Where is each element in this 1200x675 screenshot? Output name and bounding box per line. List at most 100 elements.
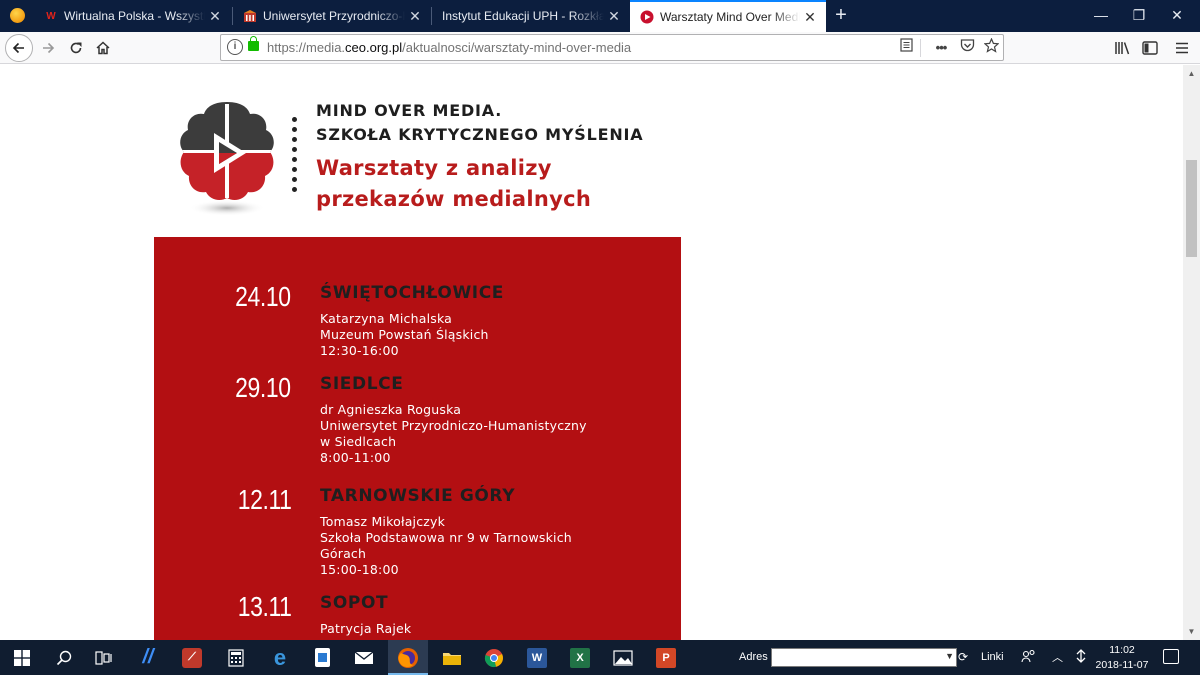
show-hidden-icons-chevron-up-icon[interactable]: ︿ — [1052, 649, 1063, 665]
links-toolbar-label[interactable]: Linki — [981, 651, 1004, 663]
address-toolbar-label: Adres — [739, 651, 768, 663]
reader-view-icon[interactable] — [896, 38, 916, 58]
url-bar[interactable]: i https://media.ceo.org.pl/aktualnosci/w… — [220, 34, 1004, 61]
event-date: 12.11 — [237, 484, 291, 515]
tab-title: Wirtualna Polska - Wszystko co — [64, 9, 205, 23]
tab-instytut-edukacji[interactable]: Instytut Edukacji UPH - Rozkłady za ✕ — [432, 0, 630, 32]
forward-button[interactable] — [36, 36, 60, 60]
clock-date: 2018-11-07 — [1095, 659, 1149, 671]
close-tab-icon[interactable]: ✕ — [800, 9, 820, 26]
info-icon[interactable]: i — [227, 39, 243, 55]
vertical-scrollbar[interactable]: ▲ ▼ — [1183, 65, 1200, 640]
url-separator — [920, 39, 921, 57]
firefox-menu-icon[interactable] — [0, 0, 34, 32]
event-detail-line: Muzeum Powstań Śląskich — [320, 327, 489, 342]
event-city: ŚWIĘTOCHŁOWICE — [320, 283, 505, 303]
excel-icon: X — [570, 647, 590, 668]
mind-over-media-logo — [176, 100, 278, 222]
tab-title: Instytut Edukacji UPH - Rozkłady za — [442, 9, 604, 23]
event-detail-line: Tomasz Mikołajczyk — [320, 514, 446, 529]
uph-favicon-icon — [243, 9, 257, 23]
pocket-icon[interactable] — [957, 38, 977, 58]
url-path: /aktualnosci/warsztaty-mind-over-media — [402, 40, 632, 55]
workshop-heading-line: Warsztaty z analizy — [316, 156, 552, 180]
event-city: SIEDLCE — [320, 374, 404, 394]
event-date: 29.10 — [235, 372, 292, 403]
windows-logo-icon — [14, 649, 30, 666]
brand-title: MIND OVER MEDIA. — [316, 101, 503, 120]
word-icon: W — [527, 647, 547, 668]
taskbar-chrome[interactable] — [474, 640, 514, 675]
workshop-heading: Warsztaty z analizy przekazów medialnych — [316, 153, 591, 215]
firefox-icon — [398, 647, 418, 668]
document-icon — [314, 648, 330, 667]
address-go-icon[interactable]: ⟳ — [958, 650, 968, 664]
tab-uph[interactable]: Uniwersytet Przyrodniczo-Hum ✕ — [233, 0, 431, 32]
search-button[interactable] — [44, 640, 84, 675]
taskbar-excel[interactable]: X — [560, 640, 600, 675]
taskbar-app-slash[interactable]: // — [128, 640, 168, 675]
scroll-up-arrow-icon[interactable]: ▲ — [1183, 65, 1200, 82]
workshop-schedule-panel: 24.10 ŚWIĘTOCHŁOWICE Katarzyna Michalska… — [154, 237, 681, 640]
close-tab-icon[interactable]: ✕ — [205, 8, 225, 25]
slash-app-icon: // — [142, 646, 154, 668]
search-icon — [56, 650, 72, 665]
ceo-favicon-icon — [640, 10, 654, 24]
taskbar-calculator[interactable] — [216, 640, 256, 675]
system-clock[interactable]: 11:02 2018-11-07 — [1092, 643, 1152, 673]
chevron-down-icon[interactable]: ▼ — [945, 651, 954, 661]
new-tab-button[interactable]: + — [829, 3, 853, 27]
taskbar-firefox[interactable] — [388, 640, 428, 675]
taskbar-file-explorer[interactable] — [432, 640, 472, 675]
event-city: TARNOWSKIE GÓRY — [320, 486, 516, 506]
back-button[interactable] — [5, 34, 33, 62]
home-button[interactable] — [91, 36, 115, 60]
event-date: 13.11 — [237, 591, 291, 622]
taskbar-word[interactable]: W — [517, 640, 557, 675]
action-center-icon[interactable] — [1163, 649, 1179, 664]
navigation-toolbar: i https://media.ceo.org.pl/aktualnosci/w… — [0, 32, 1200, 64]
bookmark-star-icon[interactable] — [981, 37, 1001, 58]
close-tab-icon[interactable]: ✕ — [405, 8, 425, 25]
folder-icon — [443, 652, 461, 665]
sidebar-icon[interactable] — [1138, 36, 1162, 60]
tab-wirtualna-polska[interactable]: W Wirtualna Polska - Wszystko co ✕ — [34, 0, 231, 32]
event-detail-line: dr Agnieszka Roguska — [320, 402, 462, 417]
event-detail-line: Patrycja Rajek — [320, 621, 412, 636]
brand-subtitle: SZKOŁA KRYTYCZNEGO MYŚLENIA — [316, 125, 644, 144]
event-city: SOPOT — [320, 593, 389, 613]
close-window-button[interactable]: ✕ — [1154, 0, 1200, 32]
taskbar-mail[interactable] — [344, 640, 384, 675]
calculator-icon — [228, 648, 244, 667]
people-icon[interactable] — [1021, 649, 1037, 666]
start-button[interactable] — [0, 640, 44, 675]
workshop-heading-line: przekazów medialnych — [316, 187, 592, 211]
network-icon[interactable] — [1075, 649, 1087, 666]
chrome-icon — [484, 648, 503, 667]
event-detail-line: Szkoła Podstawowa nr 9 w Tarnowskich — [320, 530, 572, 545]
reload-button[interactable] — [64, 36, 88, 60]
scroll-down-arrow-icon[interactable]: ▼ — [1183, 623, 1200, 640]
close-tab-icon[interactable]: ✕ — [604, 8, 624, 25]
library-icon[interactable] — [1110, 36, 1134, 60]
taskbar-photos[interactable] — [603, 640, 643, 675]
address-toolbar-input[interactable]: ▼ — [771, 648, 957, 667]
taskbar-powerpoint[interactable]: P — [646, 640, 686, 675]
url-text[interactable]: https://media.ceo.org.pl/aktualnosci/war… — [267, 40, 631, 55]
taskbar-edge[interactable]: e — [260, 640, 300, 675]
hamburger-menu-icon[interactable] — [1170, 36, 1194, 60]
event-detail-line: Górach — [320, 546, 367, 561]
event-details: Tomasz Mikołajczyk Szkoła Podstawowa nr … — [320, 514, 572, 578]
page-actions-menu-icon[interactable]: ••• — [931, 38, 951, 58]
task-view-button[interactable] — [84, 640, 124, 675]
taskbar-app-red[interactable]: ⟋ — [172, 640, 212, 675]
tab-warsztaty-mind-over-media[interactable]: Warsztaty Mind Over Media | M ✕ — [630, 0, 826, 32]
taskbar-document[interactable] — [302, 640, 342, 675]
tab-strip: W Wirtualna Polska - Wszystko co ✕ Uniwe… — [0, 0, 1200, 32]
task-view-icon — [95, 650, 112, 665]
lock-icon[interactable] — [248, 36, 259, 51]
scrollbar-thumb[interactable] — [1186, 160, 1197, 257]
url-prefix: https://media. — [267, 40, 346, 55]
event-detail-line: Katarzyna Michalska — [320, 311, 453, 326]
url-domain: ceo.org.pl — [345, 40, 403, 55]
